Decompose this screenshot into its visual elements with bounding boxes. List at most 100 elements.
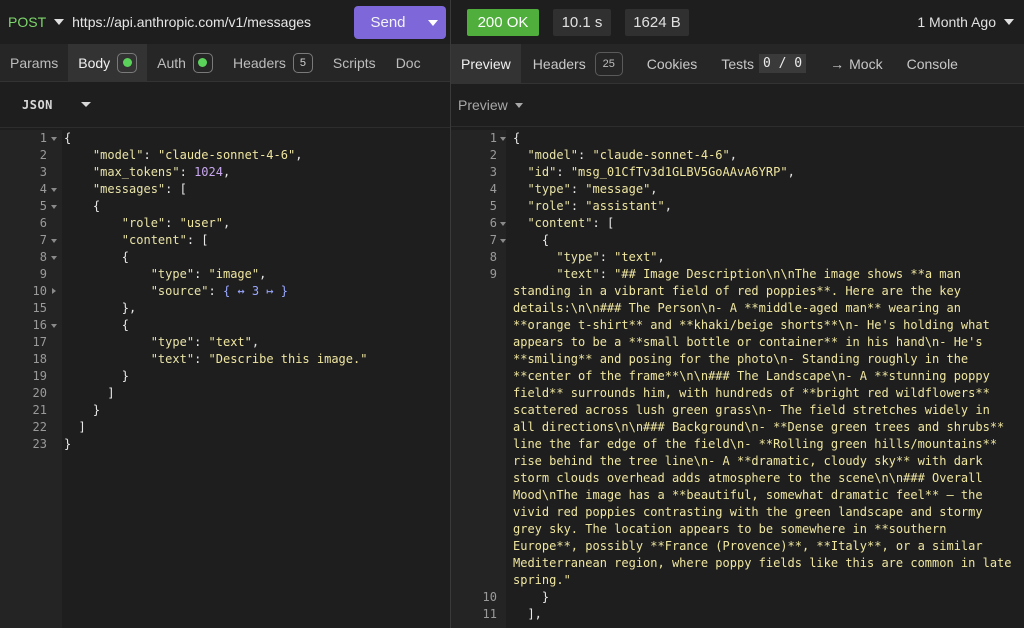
tab-response-headers[interactable]: Headers 25 xyxy=(521,44,635,84)
chevron-down-icon[interactable] xyxy=(80,102,91,107)
code-line: 21 } xyxy=(0,402,450,419)
line-number: 11 xyxy=(482,607,497,621)
json-punct: { xyxy=(541,233,550,247)
url-input[interactable]: https://api.anthropic.com/v1/messages xyxy=(72,14,311,30)
json-punct: } xyxy=(64,437,72,451)
json-value: "user" xyxy=(179,216,223,230)
code-line: 11 ], xyxy=(451,606,1024,623)
request-body-editor[interactable]: 1{2 "model": "claude-sonnet-4-6", 3 "max_… xyxy=(0,130,450,628)
tab-label: Cookies xyxy=(646,55,698,72)
tab-preview[interactable]: Preview xyxy=(451,43,521,84)
tab-body[interactable]: Body xyxy=(68,43,148,82)
line-number: 3 xyxy=(39,165,47,179)
fold-expanded-icon[interactable] xyxy=(51,137,57,141)
tab-tests[interactable]: Tests 0 / 0 xyxy=(709,44,818,84)
code-text: }, xyxy=(64,300,136,317)
line-number: 8 xyxy=(489,250,497,264)
code-text: { xyxy=(513,232,549,249)
send-button[interactable]: Send xyxy=(354,6,446,39)
code-line: 8 "type": "text", xyxy=(451,249,1024,266)
json-key: "type" xyxy=(527,182,571,196)
tab-mock[interactable]: → Mock xyxy=(818,44,894,84)
fold-expanded-icon[interactable] xyxy=(51,239,57,243)
json-value: "message" xyxy=(585,182,651,196)
send-options-chevron-icon[interactable] xyxy=(428,19,438,26)
code-line: 5 "role": "assistant", xyxy=(451,198,1024,215)
json-punct: : xyxy=(165,216,180,230)
fold-expanded-icon[interactable] xyxy=(51,256,57,260)
json-punct: , xyxy=(295,148,303,162)
fold-collapsed-icon[interactable] xyxy=(52,288,56,294)
json-key: "max_tokens" xyxy=(92,165,180,179)
tab-docs[interactable]: Doc xyxy=(386,44,431,82)
code-text: } xyxy=(513,589,549,606)
code-line: 9 "type": "image", xyxy=(0,266,450,283)
code-line: 1{ xyxy=(0,130,450,147)
tab-auth[interactable]: Auth xyxy=(147,44,223,82)
code-line: 3 "max_tokens": 1024, xyxy=(0,164,450,181)
headers-count-badge: 25 xyxy=(594,51,623,76)
json-punct: ], xyxy=(527,607,542,621)
json-value: "text" xyxy=(614,250,658,264)
line-number: 5 xyxy=(489,199,497,213)
tab-label: Console xyxy=(906,55,958,72)
tab-console[interactable]: Console xyxy=(895,44,970,84)
code-line: 2 "model": "claude-sonnet-4-6", xyxy=(451,147,1024,164)
json-value: "Describe this image." xyxy=(208,352,368,366)
line-number: 21 xyxy=(32,403,47,417)
code-text: ] xyxy=(64,419,85,436)
preview-mode-selector[interactable]: Preview xyxy=(458,97,508,113)
code-text: } xyxy=(64,368,129,385)
fold-expanded-icon[interactable] xyxy=(500,222,506,226)
response-pane: 200 OK 10.1 s 1624 B 1 Month Ago Preview… xyxy=(451,0,1024,628)
tab-headers[interactable]: Headers 5 xyxy=(223,44,323,82)
json-punct: } xyxy=(121,369,130,383)
fold-expanded-icon[interactable] xyxy=(500,137,506,141)
fold-expanded-icon[interactable] xyxy=(51,324,57,328)
tab-params[interactable]: Params xyxy=(0,44,68,82)
code-line: 23} xyxy=(0,436,450,453)
fold-expanded-icon[interactable] xyxy=(51,205,57,209)
fold-expanded-icon[interactable] xyxy=(51,188,57,192)
chevron-down-icon[interactable] xyxy=(514,102,523,108)
method-selector[interactable]: POST xyxy=(8,14,46,30)
code-text: "model": "claude-sonnet-4-6", xyxy=(513,147,737,164)
line-number: 4 xyxy=(39,182,47,196)
collapsed-object: { ↔ 3 ↦ } xyxy=(222,284,288,298)
json-punct: : xyxy=(143,148,158,162)
json-punct: { xyxy=(121,318,130,332)
json-punct: : xyxy=(194,267,209,281)
tab-label: Scripts xyxy=(332,54,376,71)
json-key: "content" xyxy=(527,216,593,230)
code-line: 18 "text": "Describe this image." xyxy=(0,351,450,368)
json-punct: : xyxy=(578,148,593,162)
response-time-badge: 10.1 s xyxy=(553,9,611,36)
json-key: "content" xyxy=(121,233,187,247)
response-body-viewer[interactable]: 1{2 "model": "claude-sonnet-4-6", 3 "id":… xyxy=(451,130,1024,628)
code-line: 4 "type": "message", xyxy=(451,181,1024,198)
tab-label: Tests xyxy=(721,55,754,72)
tab-cookies[interactable]: Cookies xyxy=(635,44,710,84)
line-number: 10 xyxy=(32,284,47,298)
active-dot-icon xyxy=(192,52,213,73)
code-line: 4 "messages": [ xyxy=(0,181,450,198)
response-history-dropdown[interactable]: 1 Month Ago xyxy=(917,14,1014,30)
line-number: 22 xyxy=(32,420,47,434)
line-number: 10 xyxy=(482,590,497,604)
json-key: "source" xyxy=(150,284,209,298)
chevron-down-icon[interactable] xyxy=(54,19,65,25)
json-punct: [ xyxy=(606,216,615,230)
line-number: 9 xyxy=(39,267,47,281)
json-key: "type" xyxy=(556,250,600,264)
body-format-selector[interactable]: JSON xyxy=(22,98,53,112)
json-punct: { xyxy=(92,199,101,213)
active-dot-icon xyxy=(117,52,138,73)
request-url-bar: POST https://api.anthropic.com/v1/messag… xyxy=(0,0,450,44)
fold-expanded-icon[interactable] xyxy=(500,239,506,243)
history-label: 1 Month Ago xyxy=(917,14,996,30)
json-punct: { xyxy=(121,250,130,264)
json-punct: : xyxy=(194,352,209,366)
tab-scripts[interactable]: Scripts xyxy=(323,44,386,82)
line-number: 20 xyxy=(32,386,47,400)
json-punct: : xyxy=(570,199,586,213)
